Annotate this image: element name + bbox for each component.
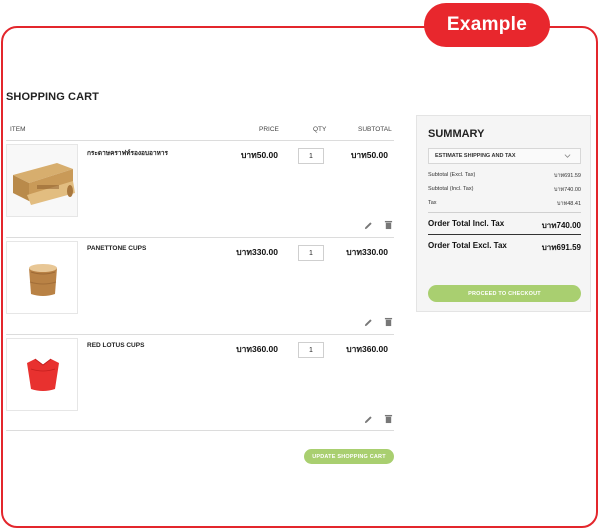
proceed-to-checkout-button[interactable]: PROCEED TO CHECKOUT <box>428 285 581 302</box>
product-image[interactable] <box>6 241 78 314</box>
subtotal-excl-label: Subtotal (Excl. Tax) <box>428 172 476 178</box>
edit-icon[interactable] <box>364 221 373 230</box>
column-header-price: PRICE <box>259 126 279 133</box>
quantity-input[interactable]: 1 <box>298 148 324 164</box>
subtotal-incl-label: Subtotal (Incl. Tax) <box>428 186 474 192</box>
tax-value: บาท48.41 <box>557 201 581 207</box>
order-total-excl-row: Order Total Excl. Tax บาท691.59 <box>428 241 581 252</box>
page-title: SHOPPING CART <box>6 91 99 103</box>
order-total-incl-value: บาท740.00 <box>541 221 581 230</box>
summary-title: SUMMARY <box>428 128 485 140</box>
product-subtotal: บาท360.00 <box>346 344 388 354</box>
column-header-subtotal: SUBTOTAL <box>358 126 392 133</box>
subtotal-incl-row: Subtotal (Incl. Tax) บาท740.00 <box>428 186 581 193</box>
quantity-input[interactable]: 1 <box>298 245 324 261</box>
product-price: บาท330.00 <box>236 247 278 257</box>
order-total-incl-label: Order Total Incl. Tax <box>428 219 505 228</box>
product-price: บาท50.00 <box>240 150 278 160</box>
divider <box>6 430 394 431</box>
update-cart-button[interactable]: UPDATE SHOPPING CART <box>304 449 394 464</box>
product-image[interactable] <box>6 338 78 411</box>
edit-icon[interactable] <box>364 415 373 424</box>
column-header-item: ITEM <box>10 126 26 133</box>
product-price: บาท360.00 <box>236 344 278 354</box>
subtotal-excl-row: Subtotal (Excl. Tax) บาท691.59 <box>428 172 581 179</box>
product-subtotal: บาท50.00 <box>350 150 388 160</box>
estimate-shipping-toggle[interactable]: ESTIMATE SHIPPING AND TAX <box>428 148 581 164</box>
product-name[interactable]: กระดาษคราฟท์รองอบอาหาร <box>87 148 168 158</box>
order-total-incl-row: Order Total Incl. Tax บาท740.00 <box>428 219 581 230</box>
table-row: RED LOTUS CUPS บาท360.00 1 บาท360.00 <box>6 335 394 431</box>
edit-icon[interactable] <box>364 318 373 327</box>
table-row: PANETTONE CUPS บาท330.00 1 บาท330.00 <box>6 238 394 334</box>
quantity-input[interactable]: 1 <box>298 342 324 358</box>
order-total-excl-value: บาท691.59 <box>541 243 581 252</box>
subtotal-excl-value: บาท691.59 <box>553 173 581 179</box>
product-name[interactable]: RED LOTUS CUPS <box>87 342 144 349</box>
summary-panel: SUMMARY ESTIMATE SHIPPING AND TAX Subtot… <box>416 115 591 312</box>
product-image[interactable] <box>6 144 78 217</box>
trash-icon[interactable] <box>384 317 393 327</box>
product-name[interactable]: PANETTONE CUPS <box>87 245 146 252</box>
estimate-shipping-label: ESTIMATE SHIPPING AND TAX <box>435 153 516 159</box>
divider <box>428 234 581 235</box>
example-badge: Example <box>424 3 550 47</box>
chevron-down-icon <box>564 154 571 158</box>
product-subtotal: บาท330.00 <box>346 247 388 257</box>
subtotal-incl-value: บาท740.00 <box>553 187 581 193</box>
trash-icon[interactable] <box>384 220 393 230</box>
column-header-qty: QTY <box>313 126 327 133</box>
tax-label: Tax <box>428 200 437 206</box>
order-total-excl-label: Order Total Excl. Tax <box>428 241 507 250</box>
divider <box>428 212 581 213</box>
table-row: กระดาษคราฟท์รองอบอาหาร บาท50.00 1 บาท50.… <box>6 141 394 237</box>
tax-row: Tax บาท48.41 <box>428 200 581 207</box>
trash-icon[interactable] <box>384 414 393 424</box>
